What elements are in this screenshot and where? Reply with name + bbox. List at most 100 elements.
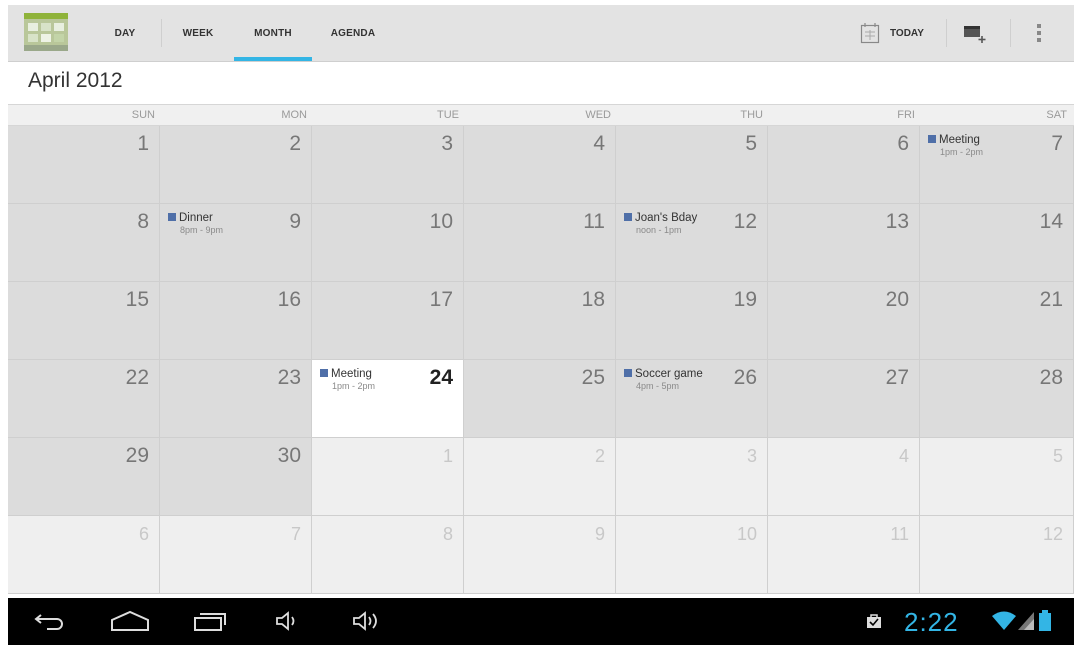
day-cell[interactable]: 10 xyxy=(616,516,768,594)
day-cell[interactable]: 21 xyxy=(920,282,1074,360)
day-cell[interactable]: 8 xyxy=(312,516,464,594)
day-number: 19 xyxy=(733,288,757,311)
day-number: 12 xyxy=(1042,524,1063,544)
event-time: 8pm - 9pm xyxy=(180,225,224,235)
calendar-app-icon[interactable] xyxy=(24,13,68,51)
event-title: Meeting xyxy=(331,368,372,380)
back-button[interactable] xyxy=(30,606,70,636)
tab-agenda-label: AGENDA xyxy=(330,27,376,39)
event-title: Meeting xyxy=(939,134,980,146)
volume-down-button[interactable] xyxy=(272,606,302,636)
day-cell[interactable]: 9 Dinner 8pm - 9pm xyxy=(160,204,312,282)
day-cell[interactable]: 2 xyxy=(464,438,616,516)
day-cell[interactable]: 3 xyxy=(616,438,768,516)
day-number: 7 xyxy=(1051,132,1063,155)
day-number: 5 xyxy=(1052,446,1063,466)
day-number: 29 xyxy=(125,444,149,467)
day-cell[interactable]: 16 xyxy=(160,282,312,360)
event-color-marker xyxy=(928,134,936,143)
tab-day-label: DAY xyxy=(114,27,136,39)
day-number: 9 xyxy=(289,210,301,233)
day-cell[interactable]: 6 xyxy=(768,126,920,204)
overflow-menu-button[interactable] xyxy=(1034,5,1044,61)
back-icon xyxy=(34,614,63,630)
tab-agenda[interactable]: AGENDA xyxy=(312,5,394,61)
day-number: 8 xyxy=(442,524,453,544)
tab-day[interactable]: DAY xyxy=(88,5,162,61)
day-cell[interactable]: 19 xyxy=(616,282,768,360)
weekday-label: TUE xyxy=(437,109,459,121)
day-cell[interactable]: 23 xyxy=(160,360,312,438)
day-cell[interactable]: 2 xyxy=(160,126,312,204)
home-icon xyxy=(111,610,149,631)
today-button[interactable]: TODAY xyxy=(860,5,924,61)
day-number: 1 xyxy=(137,132,149,155)
day-cell[interactable]: 3 xyxy=(312,126,464,204)
month-title: April 2012 xyxy=(28,69,123,92)
action-bar: DAY WEEK MONTH AGENDA TODAY xyxy=(8,5,1074,62)
day-number: 26 xyxy=(733,366,757,389)
event-color-marker xyxy=(320,368,328,377)
home-button[interactable] xyxy=(108,606,152,636)
day-cell[interactable]: 15 xyxy=(8,282,160,360)
day-number: 30 xyxy=(277,444,301,467)
day-cell[interactable]: 4 xyxy=(768,438,920,516)
action-divider xyxy=(946,19,947,47)
day-cell[interactable]: 4 xyxy=(464,126,616,204)
day-number: 2 xyxy=(289,132,301,155)
day-number: 9 xyxy=(594,524,605,544)
tab-selected-indicator xyxy=(234,57,312,61)
action-divider xyxy=(1010,19,1011,47)
day-cell[interactable]: 25 xyxy=(464,360,616,438)
day-cell[interactable]: 26 Soccer game 4pm - 5pm xyxy=(616,360,768,438)
day-number: 8 xyxy=(137,210,149,233)
day-cell[interactable]: 7 Meeting 1pm - 2pm xyxy=(920,126,1074,204)
day-cell[interactable]: 14 xyxy=(920,204,1074,282)
day-cell[interactable]: 6 xyxy=(8,516,160,594)
day-cell[interactable]: 5 xyxy=(616,126,768,204)
day-cell[interactable]: 7 xyxy=(160,516,312,594)
day-cell[interactable]: 5 xyxy=(920,438,1074,516)
day-cell[interactable]: 1 xyxy=(312,438,464,516)
day-cell[interactable]: 13 xyxy=(768,204,920,282)
day-cell[interactable]: 22 xyxy=(8,360,160,438)
day-cell[interactable]: 29 xyxy=(8,438,160,516)
day-cell[interactable]: 27 xyxy=(768,360,920,438)
day-cell[interactable]: 10 xyxy=(312,204,464,282)
calendar-event[interactable]: Joan's Bday noon - 1pm xyxy=(624,212,697,236)
recent-apps-button[interactable] xyxy=(190,606,230,636)
tab-month[interactable]: MONTH xyxy=(234,5,312,61)
day-cell[interactable]: 17 xyxy=(312,282,464,360)
day-number: 10 xyxy=(429,210,453,233)
new-event-button[interactable] xyxy=(962,5,988,61)
day-cell[interactable]: 8 xyxy=(8,204,160,282)
day-cell[interactable]: 11 xyxy=(464,204,616,282)
volume-up-button[interactable] xyxy=(350,606,384,636)
day-cell-today[interactable]: 24 Meeting 1pm - 2pm xyxy=(312,360,464,438)
day-number: 1 xyxy=(442,446,453,466)
day-cell[interactable]: 18 xyxy=(464,282,616,360)
calendar-event[interactable]: Meeting 1pm - 2pm xyxy=(320,368,375,392)
calendar-event[interactable]: Soccer game 4pm - 5pm xyxy=(624,368,703,392)
day-number: 16 xyxy=(277,288,301,311)
day-cell[interactable]: 30 xyxy=(160,438,312,516)
weekday-label: MON xyxy=(281,109,307,121)
overflow-menu-icon xyxy=(1037,24,1041,42)
day-cell[interactable]: 20 xyxy=(768,282,920,360)
day-number: 24 xyxy=(429,366,453,389)
day-cell[interactable]: 12 xyxy=(920,516,1074,594)
calendar-event[interactable]: Meeting 1pm - 2pm xyxy=(928,134,983,158)
day-cell[interactable]: 9 xyxy=(464,516,616,594)
day-number: 20 xyxy=(885,288,909,311)
day-number: 3 xyxy=(441,132,453,155)
day-cell[interactable]: 12 Joan's Bday noon - 1pm xyxy=(616,204,768,282)
day-cell[interactable]: 1 xyxy=(8,126,160,204)
event-title: Joan's Bday xyxy=(635,212,698,224)
tab-week[interactable]: WEEK xyxy=(162,5,234,61)
day-cell[interactable]: 28 xyxy=(920,360,1074,438)
day-number: 22 xyxy=(125,366,149,389)
calendar-event[interactable]: Dinner 8pm - 9pm xyxy=(168,212,223,236)
event-color-marker xyxy=(624,368,632,377)
notification-area[interactable] xyxy=(862,606,886,636)
day-cell[interactable]: 11 xyxy=(768,516,920,594)
